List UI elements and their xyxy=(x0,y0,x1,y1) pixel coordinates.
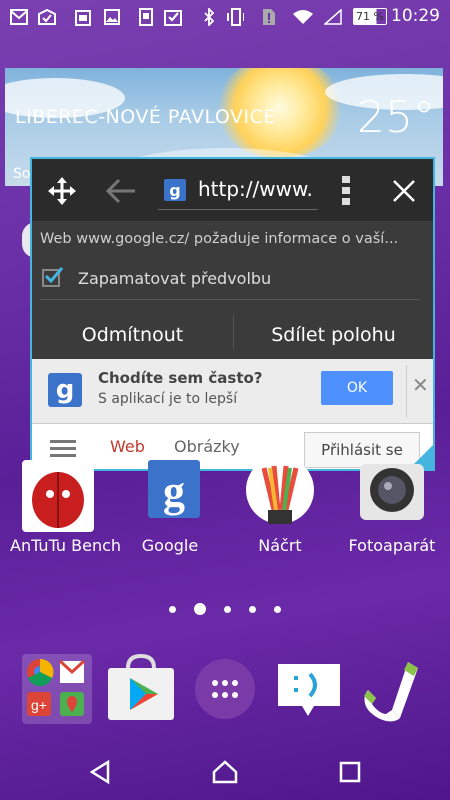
tab-web[interactable]: Web xyxy=(110,437,145,456)
app-sketch[interactable]: Náčrt xyxy=(232,456,328,555)
sketch-icon xyxy=(244,456,316,532)
close-icon[interactable] xyxy=(388,175,420,207)
mail-done-icon xyxy=(38,8,56,26)
move-icon[interactable] xyxy=(46,175,78,207)
floating-browser-window[interactable]: g http://www. Web www.google.cz/ požaduj… xyxy=(30,157,435,471)
weather-partial-text: So xyxy=(13,166,31,182)
page-dot[interactable] xyxy=(274,605,281,613)
page-dot[interactable] xyxy=(249,605,256,613)
app-camera[interactable]: Fotoaparát xyxy=(344,460,440,555)
bluetooth-icon xyxy=(200,8,218,26)
app-drawer-icon[interactable] xyxy=(190,654,260,724)
sim-alert-icon xyxy=(260,8,278,26)
svg-text:g+: g+ xyxy=(31,697,47,713)
google-favicon-icon: g xyxy=(164,179,186,201)
page-indicator xyxy=(0,603,450,615)
messaging-icon[interactable] xyxy=(274,654,344,724)
tab-images[interactable]: Obrázky xyxy=(174,437,240,456)
divider xyxy=(406,365,407,417)
google-app-icon: g xyxy=(134,460,206,532)
recents-nav-icon[interactable] xyxy=(330,752,370,792)
page-dot[interactable] xyxy=(169,605,176,613)
url-text: http://www. xyxy=(198,177,313,201)
hamburger-menu-icon[interactable] xyxy=(50,440,76,461)
back-nav-icon[interactable] xyxy=(80,752,120,792)
vibrate-icon xyxy=(226,8,244,26)
back-arrow-icon[interactable] xyxy=(104,175,138,207)
share-location-button[interactable]: Sdílet polohu xyxy=(234,315,433,355)
camera-icon xyxy=(356,460,428,532)
remember-checkbox[interactable] xyxy=(42,267,64,287)
promo-subtitle: S aplikací je to lepší xyxy=(98,391,238,407)
weather-city: LIBEREC-NOVÉ PAVLOVICE xyxy=(15,106,276,128)
app-label: Fotoaparát xyxy=(348,536,436,555)
deny-button[interactable]: Odmítnout xyxy=(32,315,233,355)
browser-toolbar: g http://www. xyxy=(32,159,433,221)
wifi-icon xyxy=(292,8,314,26)
clock-time: 10:29 xyxy=(391,6,440,26)
app-label: Google xyxy=(141,536,199,555)
svg-text:g: g xyxy=(163,467,185,516)
promo-title: Chodíte sem často? xyxy=(98,369,263,387)
google-apps-folder[interactable]: g+ xyxy=(22,654,92,724)
signal-icon xyxy=(324,8,342,26)
weather-temperature: 25° xyxy=(357,92,435,143)
status-bar: 71 % 10:29 xyxy=(0,0,450,34)
app-label: AnTuTu Bench xyxy=(10,536,122,555)
play-store-icon[interactable] xyxy=(106,653,176,724)
app-promo-banner: g Chodíte sem často? S aplikací je to le… xyxy=(32,359,433,424)
image-icon xyxy=(103,8,121,26)
battery-icon: 71 % xyxy=(353,8,387,25)
app-antutu[interactable]: AnTuTu Bench xyxy=(10,460,122,555)
location-permission-prompt: Web www.google.cz/ požaduje informace o … xyxy=(32,221,433,359)
battery-level: 71 % xyxy=(356,10,384,23)
page-dot-active[interactable] xyxy=(194,603,206,615)
divider xyxy=(40,299,419,300)
screenshot-icon xyxy=(137,8,155,26)
calendar-icon xyxy=(74,8,92,26)
page-dot[interactable] xyxy=(224,605,231,613)
google-app-icon: g xyxy=(48,373,82,407)
app-label: Náčrt xyxy=(258,536,302,555)
gmail-icon xyxy=(10,8,28,26)
task-icon xyxy=(164,8,182,26)
overflow-menu-icon[interactable] xyxy=(334,173,358,209)
url-bar[interactable]: g http://www. xyxy=(158,173,318,210)
remember-label: Zapamatovat předvolbu xyxy=(78,269,272,288)
ok-button[interactable]: OK xyxy=(321,371,393,405)
permission-message: Web www.google.cz/ požaduje informace o … xyxy=(40,231,399,247)
phone-icon[interactable] xyxy=(358,654,428,724)
antutu-icon xyxy=(22,460,94,532)
home-nav-icon[interactable] xyxy=(205,752,245,792)
dismiss-icon[interactable]: ✕ xyxy=(412,373,429,397)
app-google[interactable]: g Google xyxy=(122,460,218,555)
